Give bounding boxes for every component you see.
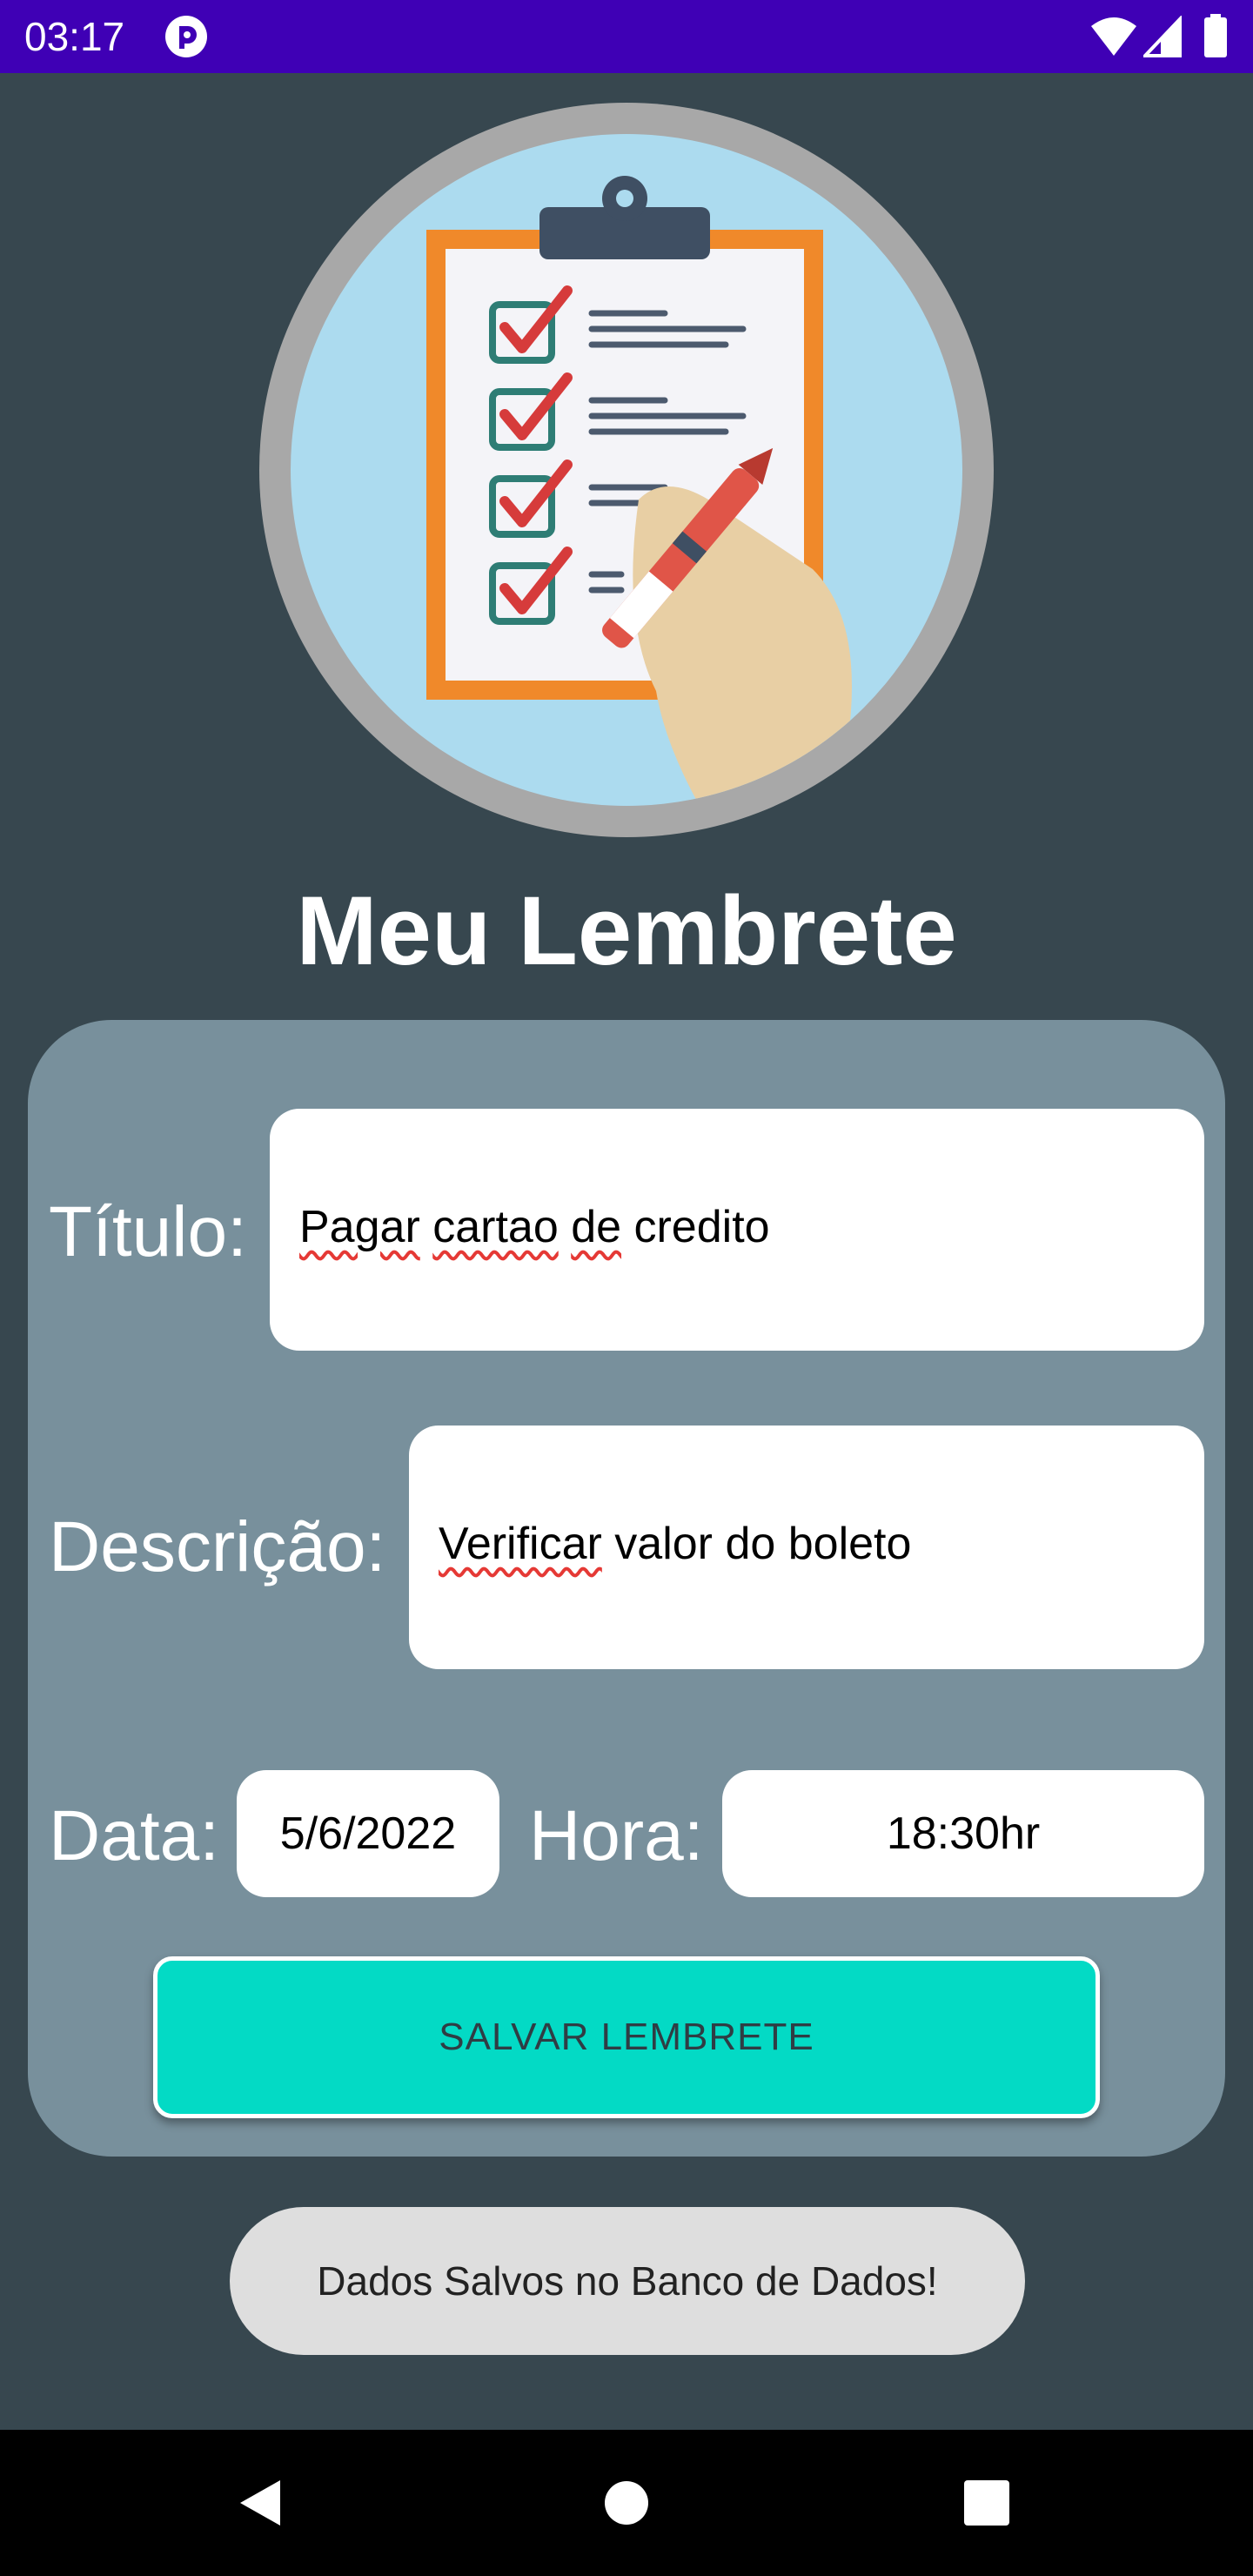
date-input-value: 5/6/2022 bbox=[279, 1808, 457, 1859]
description-input-value: Verificar valor do boleto bbox=[439, 1519, 912, 1569]
battery-icon bbox=[1204, 14, 1227, 57]
signal-icon bbox=[1143, 16, 1182, 57]
time-label: Hora: bbox=[529, 1796, 704, 1875]
clipboard-checklist-icon bbox=[291, 134, 962, 806]
title-input-value: Pagar cartao de credito bbox=[299, 1202, 770, 1252]
save-reminder-button[interactable]: SALVAR LEMBRETE bbox=[153, 1956, 1100, 2118]
date-label: Data: bbox=[49, 1796, 219, 1875]
title-label: Título: bbox=[49, 1192, 247, 1271]
description-label: Descrição: bbox=[49, 1507, 386, 1587]
description-input[interactable]: Verificar valor do boleto bbox=[409, 1426, 1204, 1669]
app-title: Meu Lembrete bbox=[296, 876, 957, 985]
recents-icon[interactable] bbox=[959, 2475, 1015, 2531]
navigation-bar bbox=[0, 2430, 1253, 2576]
wifi-icon bbox=[1091, 17, 1136, 56]
logo-frame bbox=[259, 103, 994, 837]
toast-message: Dados Salvos no Banco de Dados! bbox=[230, 2207, 1025, 2355]
time-input[interactable]: 18:30hr bbox=[722, 1770, 1204, 1897]
date-input[interactable]: 5/6/2022 bbox=[237, 1770, 499, 1897]
app-notification-icon bbox=[165, 16, 207, 57]
status-bar: 03:17 bbox=[0, 0, 1253, 73]
status-time: 03:17 bbox=[24, 14, 125, 59]
time-input-value: 18:30hr bbox=[886, 1808, 1041, 1859]
back-icon[interactable] bbox=[233, 2475, 289, 2531]
title-input[interactable]: Pagar cartao de credito bbox=[270, 1109, 1204, 1351]
reminder-form: Título: Pagar cartao de credito Descriçã… bbox=[28, 1020, 1225, 2157]
home-icon[interactable] bbox=[599, 2475, 654, 2531]
